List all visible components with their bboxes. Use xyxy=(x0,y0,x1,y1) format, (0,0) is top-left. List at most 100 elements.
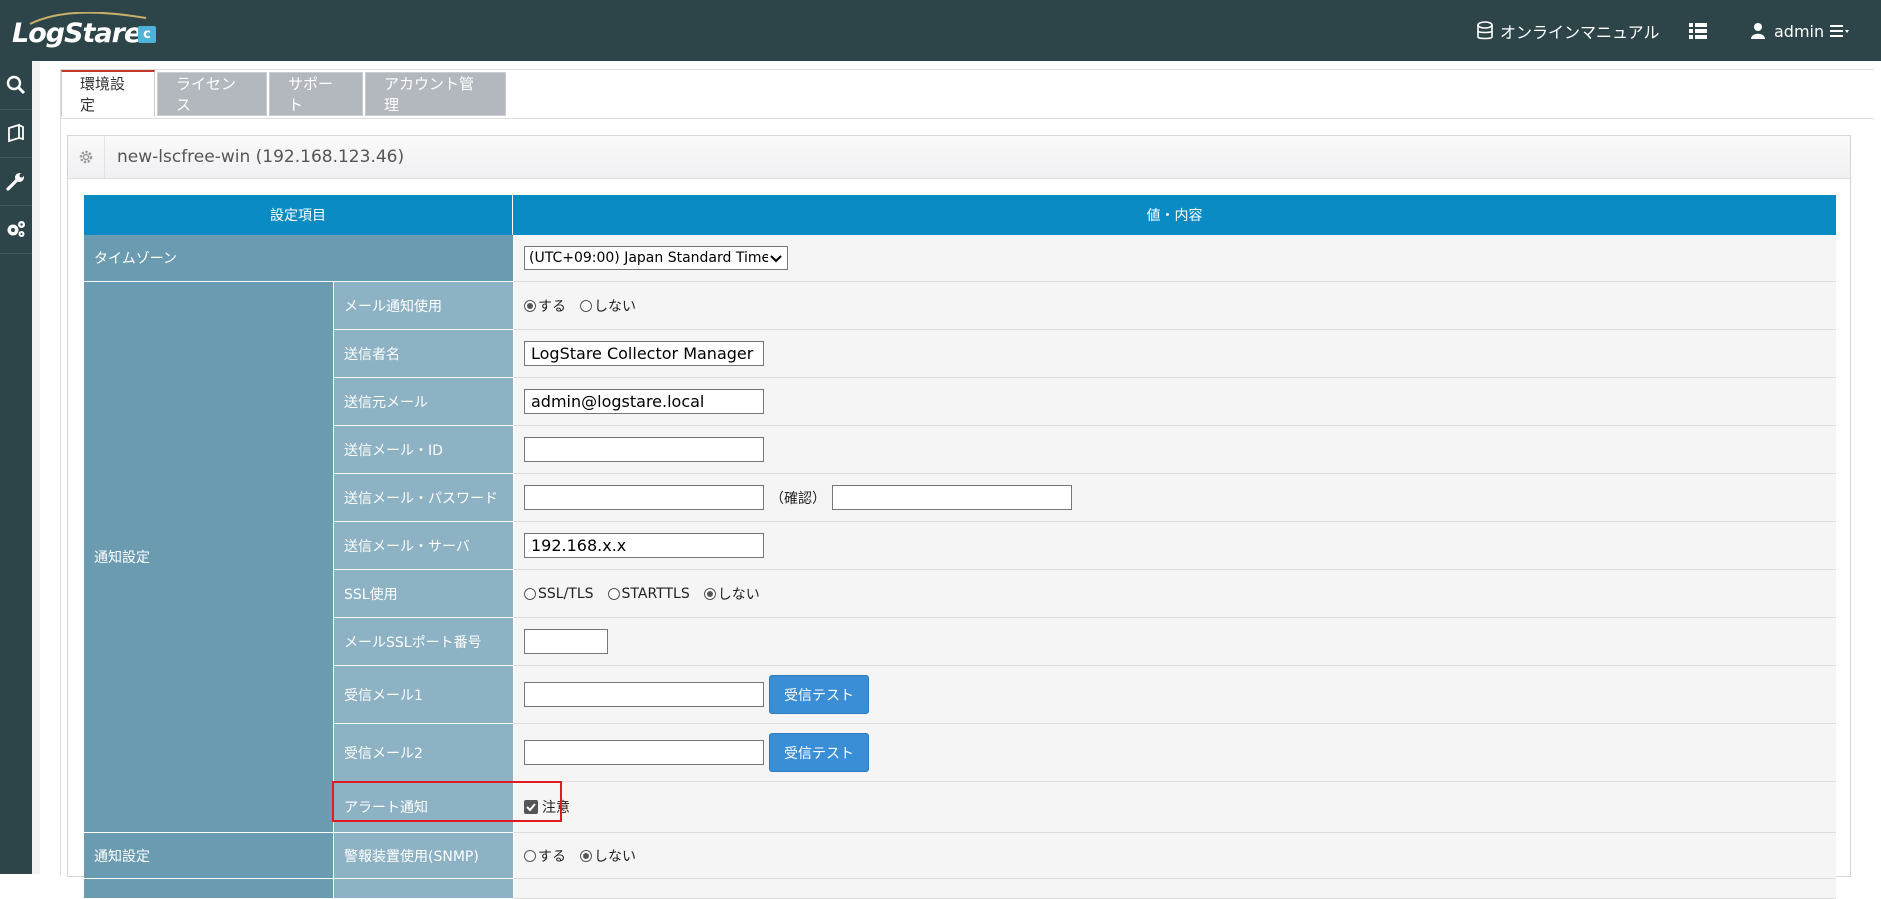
logo-badge: c xyxy=(138,26,156,43)
sender-mail-label: 送信元メール xyxy=(333,378,513,426)
gear-icon-wrap xyxy=(68,136,105,178)
tools-nav-button[interactable] xyxy=(0,157,32,206)
recv-mail2-label: 受信メール2 xyxy=(333,724,513,782)
tab-bar: 環境設定 ライセンス サポート アカウント管理 xyxy=(61,70,1874,119)
next-row-category xyxy=(84,879,333,899)
next-row-label xyxy=(333,879,513,899)
mail-use-label: メール通知使用 xyxy=(333,282,513,330)
radio-label: しない xyxy=(594,298,636,315)
side-bar xyxy=(0,61,32,874)
tab-support[interactable]: サポート xyxy=(269,72,363,116)
recv-test-button-1[interactable]: 受信テスト xyxy=(769,675,869,714)
table-row: タイムゾーン (UTC+09:00) Japan Standard Time xyxy=(84,235,1836,282)
ssl-none-radio[interactable]: しない xyxy=(703,584,760,604)
mail-id-label: 送信メール・ID xyxy=(333,426,513,474)
logo-text: LogStare xyxy=(12,18,142,49)
mail-password-cell: （確認） xyxy=(513,474,1836,522)
user-name: admin xyxy=(1774,21,1825,41)
mail-password-label: 送信メール・パスワード xyxy=(333,474,513,522)
snmp-on-radio[interactable]: する xyxy=(524,846,566,866)
top-bar: LogStare c オンラインマニュアル admin xyxy=(0,0,1881,61)
main-content: 環境設定 ライセンス サポート アカウント管理 new-lscfree-win … xyxy=(40,61,1881,899)
ssl-use-cell: SSL/TLS STARTTLS しない xyxy=(513,570,1836,618)
radio-dot xyxy=(524,299,536,312)
radio-dot xyxy=(524,849,536,862)
ssl-port-input[interactable] xyxy=(524,629,608,654)
radio-label: SSL/TLS xyxy=(538,585,594,602)
alert-notify-label: アラート通知 xyxy=(333,782,513,833)
table-header-row: 設定項目 値・内容 xyxy=(84,195,1836,235)
recv-mail2-cell: 受信テスト xyxy=(513,724,1836,782)
radio-dot xyxy=(524,587,536,600)
recv-mail1-label: 受信メール1 xyxy=(333,666,513,724)
next-row-cell xyxy=(513,879,1836,899)
search-icon xyxy=(6,75,26,95)
sender-name-label: 送信者名 xyxy=(333,330,513,378)
radio-label: しない xyxy=(594,848,636,865)
header-item: 設定項目 xyxy=(84,195,513,235)
mail-password-confirm-input[interactable] xyxy=(832,485,1072,510)
timezone-select[interactable]: (UTC+09:00) Japan Standard Time xyxy=(524,246,788,270)
mail-use-cell: する しない xyxy=(513,282,1836,330)
database-icon xyxy=(1477,21,1493,40)
online-manual-link[interactable]: オンラインマニュアル xyxy=(1476,20,1660,42)
side-gutter xyxy=(32,61,40,874)
chevron-down-icon xyxy=(768,250,784,266)
radio-label: する xyxy=(538,848,566,865)
snmp-off-radio[interactable]: しない xyxy=(580,846,636,866)
wrench-icon xyxy=(6,173,24,191)
book-icon xyxy=(8,123,24,143)
timezone-label: タイムゾーン xyxy=(84,235,513,282)
ssl-tls-radio[interactable]: SSL/TLS xyxy=(524,586,594,602)
radio-dot xyxy=(580,849,592,862)
sender-name-input[interactable] xyxy=(524,341,764,366)
timezone-cell: (UTC+09:00) Japan Standard Time xyxy=(513,235,1836,282)
radio-label: する xyxy=(538,298,566,315)
sender-mail-input[interactable] xyxy=(524,389,764,414)
mail-server-input[interactable] xyxy=(524,533,764,558)
tab-account[interactable]: アカウント管理 xyxy=(365,72,506,116)
tab-environment[interactable]: 環境設定 xyxy=(61,70,155,117)
recv-mail1-cell: 受信テスト xyxy=(513,666,1836,724)
ssl-port-label: メールSSLポート番号 xyxy=(333,618,513,666)
settings-panel: 環境設定 ライセンス サポート アカウント管理 new-lscfree-win … xyxy=(60,69,1874,899)
recv-mail1-input[interactable] xyxy=(524,682,764,707)
sender-mail-cell xyxy=(513,378,1836,426)
user-menu-icon xyxy=(1830,25,1850,37)
ssl-use-label: SSL使用 xyxy=(333,570,513,618)
mail-password-input[interactable] xyxy=(524,485,764,510)
online-manual-label: オンラインマニュアル xyxy=(1500,23,1660,42)
alert-notify-checkbox[interactable]: 注意 xyxy=(524,797,570,817)
radio-label: STARTTLS xyxy=(621,585,690,602)
snmp-category-label: 通知設定 xyxy=(84,833,333,879)
mail-use-off-radio[interactable]: しない xyxy=(580,296,636,316)
tab-license[interactable]: ライセンス xyxy=(157,72,267,116)
server-title: new-lscfree-win (192.168.123.46) xyxy=(117,147,405,167)
radio-dot xyxy=(703,587,716,600)
gear-icon xyxy=(79,150,93,164)
settings-nav-button[interactable] xyxy=(0,205,32,254)
ssl-port-cell xyxy=(513,618,1836,666)
reports-nav-button[interactable] xyxy=(0,109,32,158)
search-nav-button[interactable] xyxy=(0,61,32,110)
alert-notify-cell: 注意 xyxy=(513,782,1836,833)
snmp-cell: する しない xyxy=(513,833,1836,879)
mail-id-input[interactable] xyxy=(524,437,764,462)
timezone-selected: (UTC+09:00) Japan Standard Time xyxy=(529,250,771,266)
recv-mail2-input[interactable] xyxy=(524,740,764,765)
mail-id-cell xyxy=(513,426,1836,474)
header-value: 値・内容 xyxy=(513,195,1836,235)
checkbox-checked-icon xyxy=(524,800,538,814)
box-header: new-lscfree-win (192.168.123.46) xyxy=(68,136,1850,179)
list-menu-button[interactable] xyxy=(1688,20,1708,42)
mail-use-on-radio[interactable]: する xyxy=(524,296,566,316)
password-confirm-label: （確認） xyxy=(770,490,826,507)
radio-dot xyxy=(607,587,620,600)
radio-dot xyxy=(580,299,592,312)
mail-server-label: 送信メール・サーバ xyxy=(333,522,513,570)
snmp-label: 警報装置使用(SNMP) xyxy=(333,833,513,879)
sender-name-cell xyxy=(513,330,1836,378)
user-menu[interactable]: admin xyxy=(1750,20,1850,42)
starttls-radio[interactable]: STARTTLS xyxy=(607,585,690,602)
recv-test-button-2[interactable]: 受信テスト xyxy=(769,733,869,772)
